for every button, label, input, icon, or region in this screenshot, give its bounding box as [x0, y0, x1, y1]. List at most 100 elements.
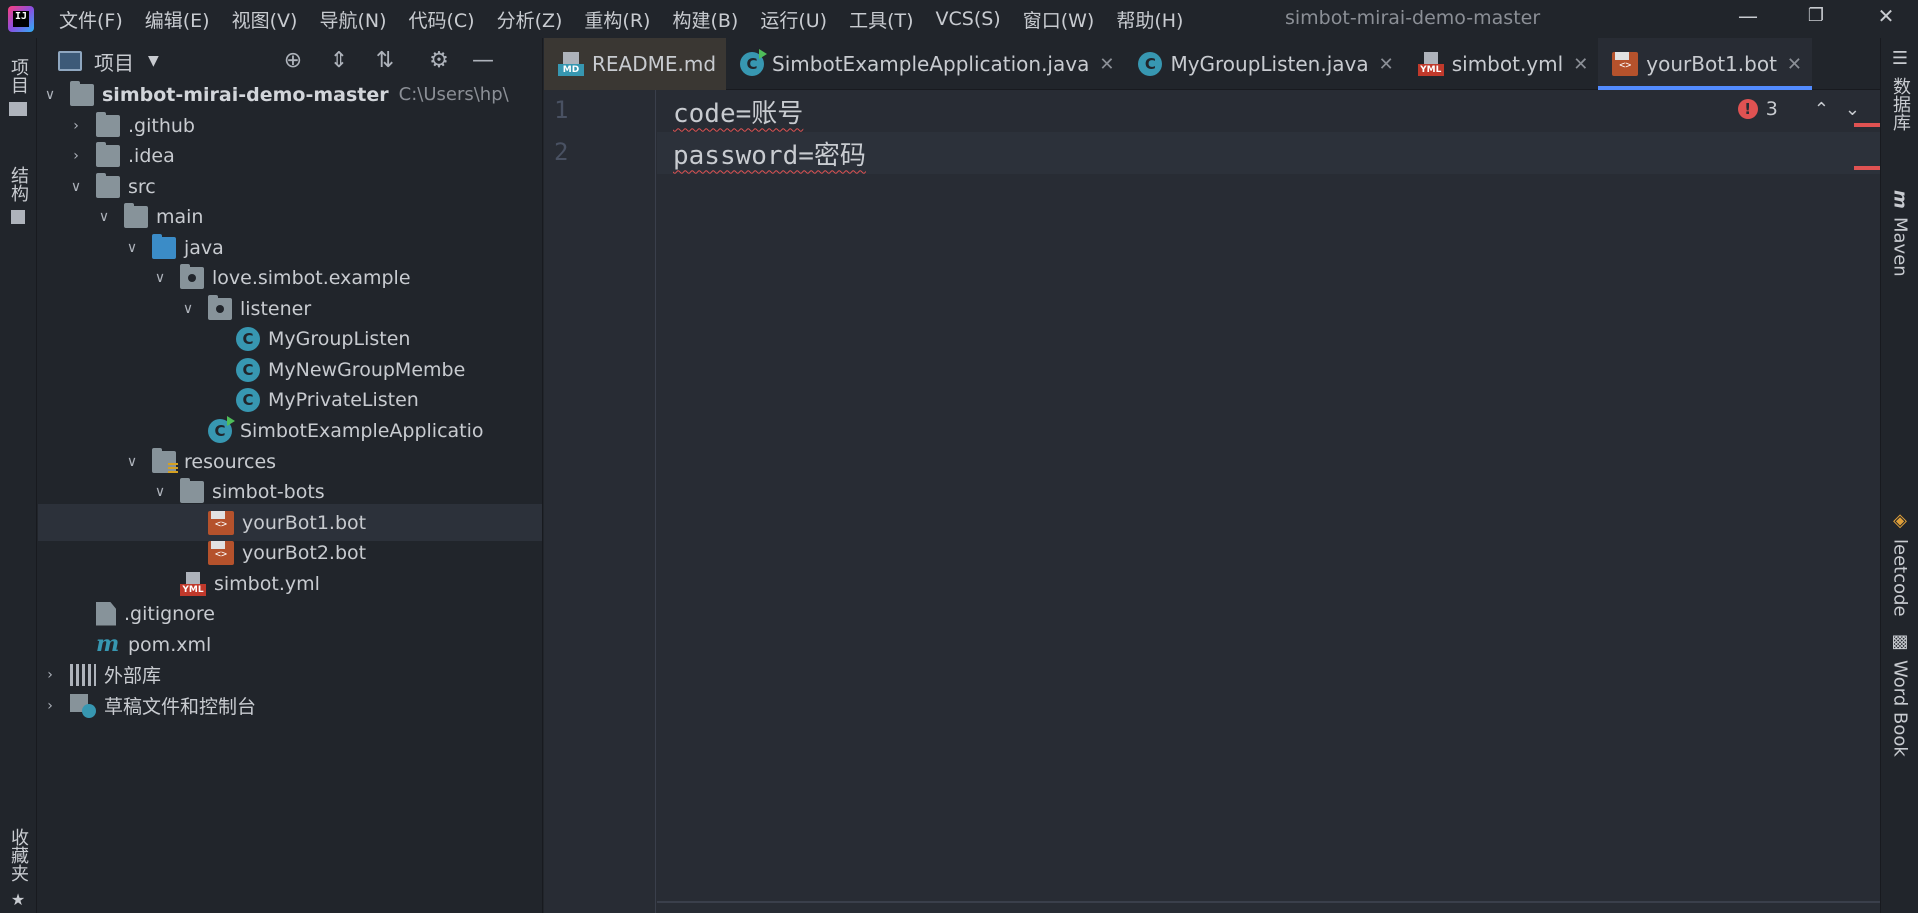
tree-item-label: simbot-bots — [212, 480, 325, 503]
collapse-all-icon[interactable]: ⇅ — [370, 46, 400, 76]
tree-item-label: SimbotExampleApplicatio — [240, 419, 484, 442]
leetcode-tool-label: leetcode — [1889, 539, 1911, 617]
chevron-down-icon[interactable]: ⌄ — [1845, 99, 1860, 120]
tree-item-label: listener — [240, 297, 312, 320]
close-icon[interactable]: ✕ — [1099, 54, 1114, 75]
code-editor[interactable]: code=账号 password=密码 — [657, 90, 1880, 913]
tab-my-group-listen[interactable]: C MyGroupListen.java ✕ — [1124, 38, 1403, 90]
code-line-current[interactable]: password=密码 — [657, 132, 1880, 174]
wordbook-tool-label: Word Book — [1889, 660, 1911, 757]
restore-icon[interactable]: ❐ — [1786, 0, 1846, 34]
project-view-label[interactable]: 项目 — [94, 47, 134, 76]
menu-navigate[interactable]: 导航(N) — [308, 6, 397, 33]
menu-window[interactable]: 窗口(W) — [1012, 6, 1106, 33]
tab-label: README.md — [592, 52, 717, 76]
editor-area: README.md C SimbotExampleApplication.jav… — [544, 38, 1880, 913]
project-tool-tab[interactable]: 项目 — [0, 58, 36, 116]
close-icon[interactable]: ✕ — [1573, 54, 1588, 75]
ignore-file-icon — [96, 601, 116, 626]
resources-folder-icon — [152, 447, 178, 475]
tree-item-label: yourBot2.bot — [242, 541, 367, 564]
menu-build[interactable]: 构建(B) — [661, 6, 749, 33]
tab-simbot-yml[interactable]: simbot.yml ✕ — [1404, 38, 1599, 90]
minimize-icon[interactable]: — — [1718, 0, 1778, 34]
menu-run[interactable]: 运行(U) — [749, 6, 838, 33]
maven-tool-tab[interactable]: m Maven — [1881, 190, 1918, 276]
database-tool-tab[interactable]: ☰ 数据库 — [1881, 48, 1918, 131]
chevron-right-icon[interactable]: › — [66, 118, 86, 134]
error-stripe-marker[interactable] — [1854, 123, 1880, 127]
menu-file[interactable]: 文件(F) — [48, 6, 134, 33]
tree-item[interactable]: › 草稿文件和控制台 — [38, 687, 542, 724]
inspection-widget[interactable]: ! 3 ⌃ ⌄ — [1737, 98, 1860, 120]
tab-simbot-example-application[interactable]: C SimbotExampleApplication.java ✕ — [726, 38, 1124, 90]
close-icon[interactable]: ✕ — [1379, 54, 1394, 75]
editor-tab-bar: README.md C SimbotExampleApplication.jav… — [544, 38, 1880, 90]
chevron-down-icon[interactable]: ∨ — [122, 454, 142, 470]
chevron-right-icon[interactable]: › — [40, 698, 60, 714]
locate-file-icon[interactable]: ⊕ — [278, 46, 308, 76]
menu-analyze[interactable]: 分析(Z) — [486, 6, 574, 33]
bot-file-icon: <> — [208, 540, 234, 565]
menu-vcs[interactable]: VCS(S) — [925, 8, 1012, 30]
folder-icon — [96, 141, 120, 167]
error-stripe-marker[interactable] — [1854, 166, 1880, 170]
code-line[interactable]: code=账号 — [657, 90, 1880, 132]
maven-icon: m — [1889, 190, 1911, 209]
tree-item-label: .gitignore — [124, 602, 215, 625]
menu-code[interactable]: 代码(C) — [397, 6, 485, 33]
expand-all-icon[interactable]: ⇕ — [324, 46, 354, 76]
menu-refactor[interactable]: 重构(R) — [573, 6, 661, 33]
markdown-icon — [558, 52, 584, 76]
tree-item-label: 外部库 — [104, 665, 162, 687]
menu-edit[interactable]: 编辑(E) — [134, 6, 221, 33]
tab-yourbot1-bot[interactable]: <> yourBot1.bot ✕ — [1598, 38, 1812, 90]
project-tool-icon — [9, 102, 27, 116]
menu-tools[interactable]: 工具(T) — [838, 6, 924, 33]
chevron-right-icon[interactable]: › — [66, 148, 86, 164]
tab-readme[interactable]: README.md — [544, 38, 727, 90]
hide-panel-icon[interactable]: — — [468, 46, 498, 76]
favorites-tool-tab[interactable]: 收藏夹 ★ — [0, 828, 36, 909]
chevron-down-icon[interactable]: ∨ — [122, 240, 142, 256]
chevron-down-icon[interactable]: ∨ — [150, 484, 170, 500]
right-tool-strip: ☰ 数据库 m Maven ◈ leetcode ▩ Word Book — [1880, 38, 1918, 913]
tree-item-label: MyGroupListen — [268, 327, 411, 350]
chevron-right-icon[interactable]: › — [40, 667, 60, 683]
chevron-down-icon[interactable]: ∨ — [150, 270, 170, 286]
code-text[interactable]: password=密码 — [673, 135, 866, 172]
close-icon[interactable]: ✕ — [1787, 54, 1802, 75]
chevron-down-icon[interactable]: ▼ — [148, 53, 159, 69]
wordbook-tool-tab[interactable]: ▩ Word Book — [1881, 631, 1918, 757]
intellij-logo-icon[interactable]: IJ — [8, 6, 34, 32]
menu-help[interactable]: 帮助(H) — [1105, 6, 1194, 33]
favorites-tool-label: 收藏夹 — [8, 828, 29, 882]
project-panel: 项目 ▼ ⊕ ⇕ ⇅ ⚙ — ∨ simbot-mirai-demo-maste… — [38, 38, 543, 913]
gear-icon[interactable]: ⚙ — [424, 46, 454, 76]
window-title: simbot-mirai-demo-master — [1285, 7, 1541, 29]
runnable-class-icon: C — [208, 415, 235, 443]
tree-item-path: C:\Users\hp\ — [398, 84, 509, 105]
chevron-down-icon[interactable]: ∨ — [40, 87, 60, 103]
tab-label: yourBot1.bot — [1646, 52, 1777, 76]
tree-item-label: 草稿文件和控制台 — [104, 696, 257, 718]
tab-label: MyGroupListen.java — [1170, 52, 1369, 76]
title-bar: IJ 文件(F) 编辑(E) 视图(V) 导航(N) 代码(C) 分析(Z) 重… — [0, 0, 1918, 38]
tree-item-label: pom.xml — [128, 633, 212, 656]
leetcode-tool-tab[interactable]: ◈ leetcode — [1881, 510, 1918, 617]
menu-view[interactable]: 视图(V) — [221, 6, 309, 33]
chevron-down-icon[interactable]: ∨ — [94, 209, 114, 225]
horizontal-scrollbar[interactable] — [657, 901, 1880, 903]
library-icon — [70, 663, 96, 686]
structure-tool-tab[interactable]: 结构 — [0, 166, 36, 224]
chevron-down-icon[interactable]: ∨ — [66, 179, 86, 195]
package-icon — [208, 294, 232, 320]
code-text[interactable]: code=账号 — [673, 93, 803, 130]
error-icon: ! — [1737, 99, 1758, 119]
close-window-icon[interactable]: ✕ — [1856, 0, 1916, 34]
maven-tool-label: Maven — [1889, 216, 1911, 277]
folder-icon — [180, 477, 204, 503]
tab-label: SimbotExampleApplication.java — [772, 52, 1090, 76]
chevron-up-icon[interactable]: ⌃ — [1814, 99, 1829, 120]
chevron-down-icon[interactable]: ∨ — [178, 301, 198, 317]
